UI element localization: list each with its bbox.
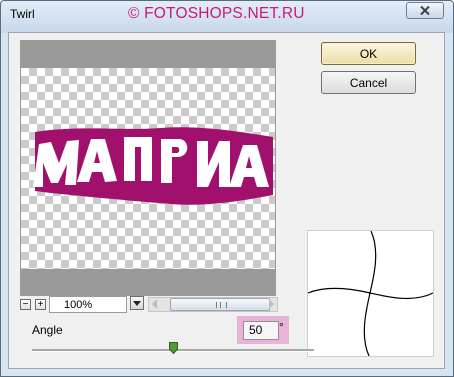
angle-input[interactable]: 50 <box>243 321 279 340</box>
scrollbar-thumb[interactable] <box>170 298 270 311</box>
filter-preview[interactable] <box>20 40 276 296</box>
angle-slider-thumb[interactable] <box>169 342 178 354</box>
zoom-dropdown-button[interactable] <box>130 296 144 310</box>
dialog-body: − + 100% OK Cancel Angle 50 ° <box>8 32 445 369</box>
zoom-select[interactable]: 100% <box>49 296 127 313</box>
angle-label: Angle <box>32 323 63 337</box>
close-button[interactable] <box>406 2 444 19</box>
twirl-dialog: Twirl © FOTOSHOPS.NET.RU − + 100% OK Can… <box>0 0 454 377</box>
cancel-button[interactable]: Cancel <box>321 71 416 94</box>
scroll-left-icon[interactable] <box>152 299 157 309</box>
scroll-right-icon[interactable] <box>269 299 274 309</box>
zoom-value: 100% <box>64 299 93 311</box>
angle-unit: ° <box>279 320 284 334</box>
twirl-curve-icon <box>307 230 434 357</box>
zoom-in-button[interactable]: + <box>35 299 46 310</box>
ok-button[interactable]: OK <box>321 42 416 65</box>
preview-horizontal-scrollbar[interactable] <box>148 297 278 312</box>
zoom-out-button[interactable]: − <box>20 299 31 310</box>
grip-icon <box>216 302 227 308</box>
preview-controls: − + 100% <box>20 296 290 314</box>
chevron-down-icon <box>133 300 141 306</box>
twirled-text-preview <box>33 127 273 205</box>
title-bar: Twirl © FOTOSHOPS.NET.RU <box>1 1 453 33</box>
dialog-title: Twirl <box>10 7 35 21</box>
close-icon <box>420 5 430 16</box>
twirl-distortion-preview <box>307 230 434 357</box>
watermark-text: © FOTOSHOPS.NET.RU <box>128 5 305 22</box>
